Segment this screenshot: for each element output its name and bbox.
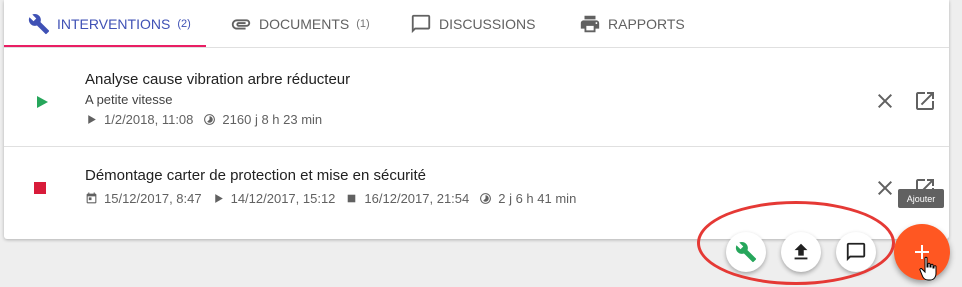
close-button[interactable]	[873, 176, 897, 200]
intervention-scheduled: 15/12/2017, 8:47	[104, 191, 202, 206]
calendar-icon	[86, 192, 97, 204]
intervention-duration: 2 j 6 h 41 min	[498, 191, 577, 206]
tab-rapports-label: RAPPORTS	[608, 16, 685, 32]
wrench-icon	[735, 242, 757, 263]
interventions-card: INTERVENTIONS (2) DOCUMENTS (1) DISCUSSI…	[4, 0, 949, 239]
stop-icon	[34, 182, 46, 194]
intervention-title: Démontage carter de protection et mise e…	[85, 167, 427, 184]
tab-discussions-label: DISCUSSIONS	[439, 16, 536, 32]
tab-active-indicator	[4, 45, 206, 47]
chat-icon	[846, 242, 866, 262]
add-intervention-button[interactable]	[726, 232, 766, 272]
intervention-duration: 2160 j 8 h 23 min	[222, 112, 323, 127]
open-in-new-icon	[916, 92, 934, 110]
tab-interventions-label: INTERVENTIONS	[57, 16, 171, 32]
tab-documents[interactable]: DOCUMENTS (1)	[230, 0, 370, 48]
play-icon	[37, 96, 48, 108]
intervention-row[interactable]: Démontage carter de protection et mise e…	[4, 147, 949, 239]
upload-document-button[interactable]	[781, 232, 821, 272]
stop-small-icon	[348, 194, 356, 203]
printer-icon	[580, 15, 600, 33]
tab-interventions[interactable]: INTERVENTIONS (2)	[28, 0, 191, 48]
timelapse-icon	[480, 193, 492, 204]
open-external-button[interactable]	[913, 89, 937, 113]
hand-cursor-icon	[919, 256, 937, 281]
timelapse-icon	[204, 114, 216, 125]
play-small-icon	[88, 115, 96, 124]
intervention-end: 16/12/2017, 21:54	[364, 191, 470, 206]
paperclip-icon	[231, 19, 251, 30]
close-icon	[878, 94, 892, 108]
intervention-meta: 15/12/2017, 8:47 14/12/2017, 15:12 16/12…	[85, 191, 586, 206]
intervention-meta: 1/2/2018, 11:08 2160 j 8 h 23 min	[85, 112, 332, 127]
tab-rapports[interactable]: RAPPORTS	[579, 0, 685, 48]
chat-icon	[411, 14, 431, 34]
intervention-start: 1/2/2018, 11:08	[104, 112, 194, 127]
intervention-title: Analyse cause vibration arbre réducteur	[85, 71, 351, 88]
intervention-start: 14/12/2017, 15:12	[230, 191, 336, 206]
tab-bar: INTERVENTIONS (2) DOCUMENTS (1) DISCUSSI…	[4, 0, 949, 48]
tab-documents-count: (1)	[356, 18, 370, 30]
tab-interventions-count: (2)	[177, 18, 191, 30]
intervention-subtitle: A petite vitesse	[85, 92, 173, 107]
wrench-icon	[28, 14, 50, 35]
upload-icon	[794, 243, 808, 260]
tab-discussions[interactable]: DISCUSSIONS	[410, 0, 535, 48]
close-icon	[878, 181, 892, 195]
play-small-icon	[214, 194, 223, 203]
add-tooltip: Ajouter	[898, 189, 944, 208]
tab-documents-label: DOCUMENTS	[259, 16, 350, 32]
close-button[interactable]	[873, 89, 897, 113]
intervention-row[interactable]: Analyse cause vibration arbre réducteur …	[4, 48, 949, 147]
add-discussion-button[interactable]	[836, 232, 876, 272]
